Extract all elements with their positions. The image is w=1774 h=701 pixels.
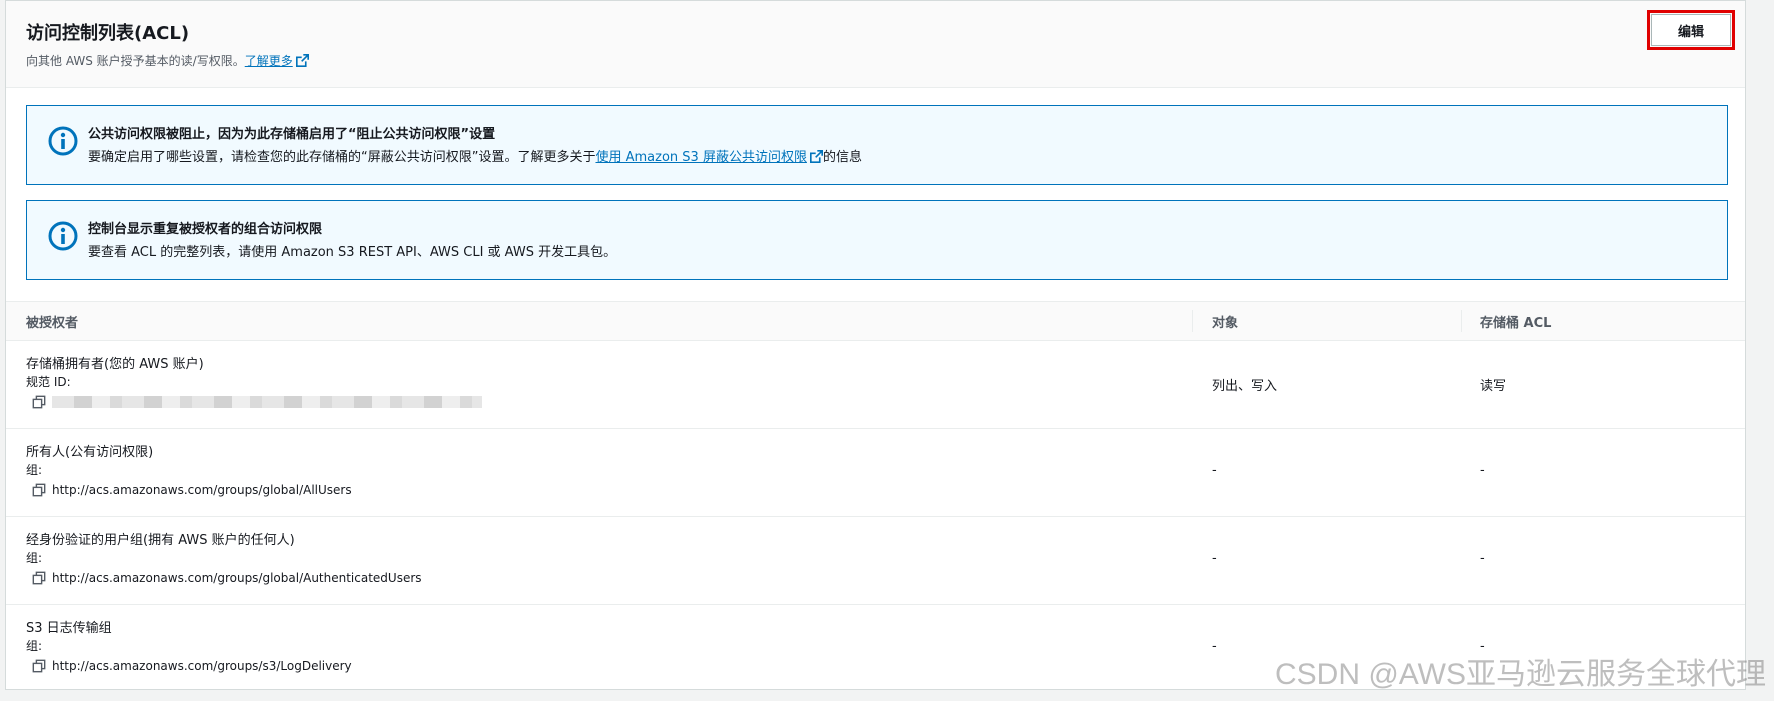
table-row: 存储桶拥有者(您的 AWS 账户) 规范 ID: 列出、写入 读写: [6, 341, 1745, 429]
page-title: 访问控制列表(ACL): [26, 23, 190, 44]
objects-permission: -: [1212, 639, 1217, 654]
block-public-access-link[interactable]: 使用 Amazon S3 屏蔽公共访问权限: [595, 150, 823, 165]
bucket-acl-permission: -: [1480, 551, 1485, 566]
column-header-bucket-acl: 存储桶 ACL: [1480, 316, 1552, 331]
grantee-uri: http://acs.amazonaws.com/groups/global/A…: [52, 483, 352, 497]
grantee-type-label: 组:: [26, 463, 43, 477]
subtitle-text: 向其他 AWS 账户授予基本的读/写权限。: [26, 54, 245, 68]
block-public-access-label: 使用 Amazon S3 屏蔽公共访问权限: [595, 150, 807, 165]
grantee-name: 所有人(公有访问权限): [26, 445, 154, 460]
external-link-icon: [809, 150, 823, 163]
table-header: 被授权者 对象 存储桶 ACL: [6, 301, 1745, 341]
copy-icon[interactable]: [32, 483, 46, 497]
grantee-name: 经身份验证的用户组(拥有 AWS 账户的任何人): [26, 533, 295, 548]
grantee-value: http://acs.amazonaws.com/groups/global/A…: [32, 571, 422, 585]
combined-grantee-alert: 控制台显示重复被授权者的组合访问权限 要查看 ACL 的完整列表，请使用 Ama…: [26, 200, 1728, 280]
grantee-uri: http://acs.amazonaws.com/groups/s3/LogDe…: [52, 659, 352, 673]
info-circle-icon: [48, 221, 78, 251]
public-access-blocked-alert: 公共访问权限被阻止，因为为此存储桶启用了“阻止公共访问权限”设置 要确定启用了哪…: [26, 105, 1728, 185]
column-divider: [1192, 310, 1193, 332]
objects-permission: 列出、写入: [1212, 379, 1278, 394]
grantee-type-label: 组:: [26, 551, 43, 565]
grantee-value: http://acs.amazonaws.com/groups/global/A…: [32, 483, 352, 497]
alert-text-after: 的信息: [822, 150, 862, 165]
alert-title: 控制台显示重复被授权者的组合访问权限: [88, 222, 323, 237]
table-row: 经身份验证的用户组(拥有 AWS 账户的任何人) 组: http://acs.a…: [6, 517, 1745, 605]
info-circle-icon: [48, 126, 78, 156]
table-row: 所有人(公有访问权限) 组: http://acs.amazonaws.com/…: [6, 429, 1745, 517]
copy-icon[interactable]: [32, 395, 46, 409]
grantee-name: S3 日志传输组: [26, 621, 112, 636]
learn-more-label: 了解更多: [244, 54, 293, 68]
grantee-type-label: 组:: [26, 639, 43, 653]
panel-header: 访问控制列表(ACL) 向其他 AWS 账户授予基本的读/写权限。了解更多 编辑: [6, 1, 1745, 88]
objects-permission: -: [1212, 463, 1217, 478]
watermark: CSDN @AWS亚马逊云服务全球代理: [1274, 658, 1766, 691]
copy-icon[interactable]: [32, 659, 46, 673]
edit-button[interactable]: 编辑: [1647, 10, 1735, 50]
grantee-uri: http://acs.amazonaws.com/groups/global/A…: [52, 571, 422, 585]
acl-panel: 访问控制列表(ACL) 向其他 AWS 账户授予基本的读/写权限。了解更多 编辑…: [5, 0, 1746, 690]
external-link-icon: [295, 54, 309, 67]
grantee-value: http://acs.amazonaws.com/groups/s3/LogDe…: [32, 659, 352, 673]
grantee-value: [32, 395, 482, 409]
objects-permission: -: [1212, 551, 1217, 566]
learn-more-link[interactable]: 了解更多: [245, 54, 309, 68]
column-header-grantee: 被授权者: [26, 316, 79, 331]
alert-text-before: 要确定启用了哪些设置，请检查您的此存储桶的“屏蔽公共访问权限”设置。了解更多关于: [88, 150, 596, 165]
bucket-acl-permission: 读写: [1480, 379, 1507, 394]
alert-title: 公共访问权限被阻止，因为为此存储桶启用了“阻止公共访问权限”设置: [88, 127, 496, 142]
column-header-objects: 对象: [1212, 316, 1239, 331]
copy-icon[interactable]: [32, 571, 46, 585]
acl-table: 被授权者 对象 存储桶 ACL 存储桶拥有者(您的 AWS 账户) 规范 ID:…: [6, 301, 1745, 689]
redacted-canonical-id: [52, 396, 482, 408]
bucket-acl-permission: -: [1480, 463, 1485, 478]
grantee-name: 存储桶拥有者(您的 AWS 账户): [26, 357, 204, 372]
alert-text: 要查看 ACL 的完整列表，请使用 Amazon S3 REST API、AWS…: [88, 245, 617, 260]
alert-text: 要确定启用了哪些设置，请检查您的此存储桶的“屏蔽公共访问权限”设置。了解更多关于…: [88, 146, 862, 165]
column-divider: [1461, 310, 1462, 332]
panel-subtitle: 向其他 AWS 账户授予基本的读/写权限。了解更多: [26, 52, 309, 69]
grantee-type-label: 规范 ID:: [26, 375, 71, 389]
